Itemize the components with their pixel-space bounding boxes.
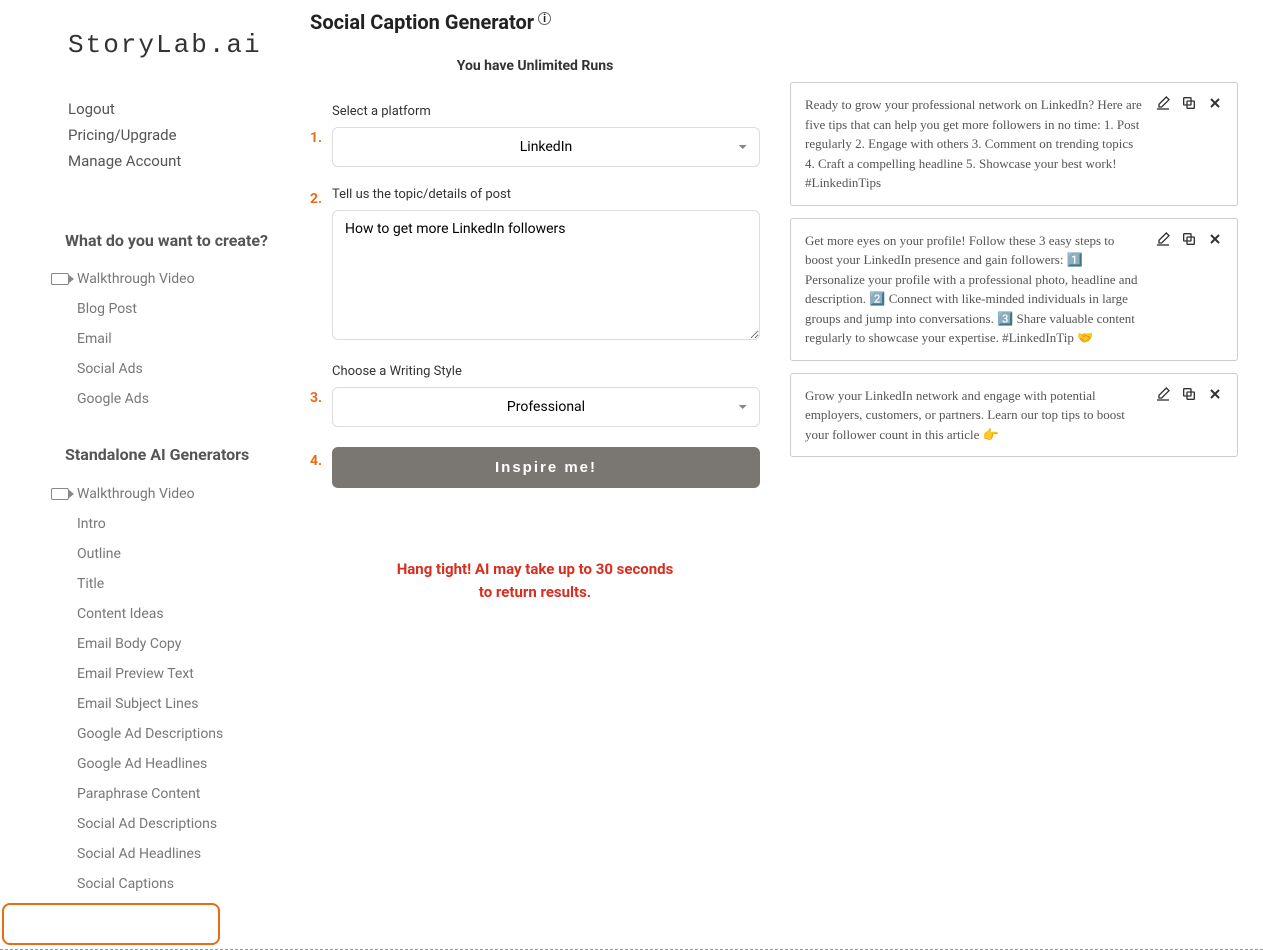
logout-link[interactable]: Logout	[68, 100, 280, 118]
form-row-topic: 2. Tell us the topic/details of post	[310, 187, 760, 344]
sidebar-item-social-captions[interactable]: Social Captions	[20, 869, 280, 899]
edit-icon[interactable]	[1155, 386, 1171, 406]
sidebar-item-content-ideas[interactable]: Content Ideas	[20, 599, 280, 629]
sidebar-item-email-preview-text[interactable]: Email Preview Text	[20, 659, 280, 689]
sidebar-item-google-ad-headlines[interactable]: Google Ad Headlines	[20, 749, 280, 779]
sidebar-item-walkthrough-video[interactable]: Walkthrough Video	[20, 264, 280, 294]
pricing-link[interactable]: Pricing/Upgrade	[68, 126, 280, 144]
sidebar-item-social-ads[interactable]: Social Ads	[20, 354, 280, 384]
form-row-submit: 4. Inspire me!	[310, 447, 760, 488]
sidebar-item-walkthrough-video-2[interactable]: Walkthrough Video	[20, 479, 280, 509]
results-column: Ready to grow your professional network …	[790, 10, 1238, 929]
info-icon[interactable]: i	[538, 12, 551, 25]
sidebar-item-title[interactable]: Title	[20, 569, 280, 599]
sidebar-item-outline[interactable]: Outline	[20, 539, 280, 569]
step-num-4: 4.	[310, 447, 332, 488]
result-actions	[1155, 231, 1223, 348]
sidebar-item-social-ad-headlines[interactable]: Social Ad Headlines	[20, 839, 280, 869]
style-label: Choose a Writing Style	[332, 364, 760, 379]
video-icon	[51, 273, 69, 285]
step-num-1: 1.	[310, 104, 332, 167]
copy-icon[interactable]	[1181, 231, 1197, 251]
sidebar-item-email-subject-lines[interactable]: Email Subject Lines	[20, 689, 280, 719]
result-actions	[1155, 386, 1223, 445]
style-select[interactable]: Professional	[332, 387, 760, 427]
video-icon	[51, 488, 69, 500]
step-num-2: 2.	[310, 187, 332, 344]
platform-select[interactable]: LinkedIn	[332, 127, 760, 167]
sidebar-item-email-body-copy[interactable]: Email Body Copy	[20, 629, 280, 659]
close-icon[interactable]	[1207, 386, 1223, 406]
main: Social Caption Generator i You have Unli…	[300, 0, 1263, 949]
copy-icon[interactable]	[1181, 95, 1197, 115]
copy-icon[interactable]	[1181, 386, 1197, 406]
form-column: Social Caption Generator i You have Unli…	[310, 10, 760, 929]
result-card: Ready to grow your professional network …	[790, 82, 1238, 206]
topic-textarea[interactable]	[332, 210, 760, 340]
wait-message: Hang tight! AI may take up to 30 seconds…	[310, 558, 760, 603]
result-text: Get more eyes on your profile! Follow th…	[805, 231, 1145, 348]
edit-icon[interactable]	[1155, 95, 1171, 115]
form-row-style: 3. Choose a Writing Style Professional	[310, 364, 760, 427]
sidebar-create-list: Walkthrough Video Blog Post Email Social…	[20, 264, 280, 414]
form-row-platform: 1. Select a platform LinkedIn	[310, 104, 760, 167]
sidebar-item-google-ads[interactable]: Google Ads	[20, 384, 280, 414]
logo: StoryLab.ai	[20, 30, 280, 60]
sidebar-item-google-ad-descriptions[interactable]: Google Ad Descriptions	[20, 719, 280, 749]
close-icon[interactable]	[1207, 95, 1223, 115]
topic-label: Tell us the topic/details of post	[332, 187, 760, 202]
inspire-button[interactable]: Inspire me!	[332, 447, 760, 488]
sidebar-item-social-ad-descriptions[interactable]: Social Ad Descriptions	[20, 809, 280, 839]
step-num-3: 3.	[310, 364, 332, 427]
sidebar-header-standalone: Standalone AI Generators	[65, 444, 280, 466]
page-title: Social Caption Generator i	[310, 10, 760, 34]
result-text: Ready to grow your professional network …	[805, 95, 1145, 193]
manage-account-link[interactable]: Manage Account	[68, 152, 280, 170]
account-links: Logout Pricing/Upgrade Manage Account	[20, 100, 280, 170]
close-icon[interactable]	[1207, 231, 1223, 251]
platform-label: Select a platform	[332, 104, 760, 119]
result-actions	[1155, 95, 1223, 193]
runs-line: You have Unlimited Runs	[310, 58, 760, 74]
sidebar-item-intro[interactable]: Intro	[20, 509, 280, 539]
result-text: Grow your LinkedIn network and engage wi…	[805, 386, 1145, 445]
sidebar-item-blog-post[interactable]: Blog Post	[20, 294, 280, 324]
result-card: Grow your LinkedIn network and engage wi…	[790, 373, 1238, 458]
sidebar-header-create: What do you want to create?	[65, 230, 280, 252]
result-card: Get more eyes on your profile! Follow th…	[790, 218, 1238, 361]
sidebar-item-paraphrase-content[interactable]: Paraphrase Content	[20, 779, 280, 809]
sidebar-item-email[interactable]: Email	[20, 324, 280, 354]
sidebar-standalone-list: Walkthrough Video Intro Outline Title Co…	[20, 479, 280, 899]
edit-icon[interactable]	[1155, 231, 1171, 251]
highlight-box	[2, 903, 220, 945]
sidebar: StoryLab.ai Logout Pricing/Upgrade Manag…	[0, 0, 300, 949]
